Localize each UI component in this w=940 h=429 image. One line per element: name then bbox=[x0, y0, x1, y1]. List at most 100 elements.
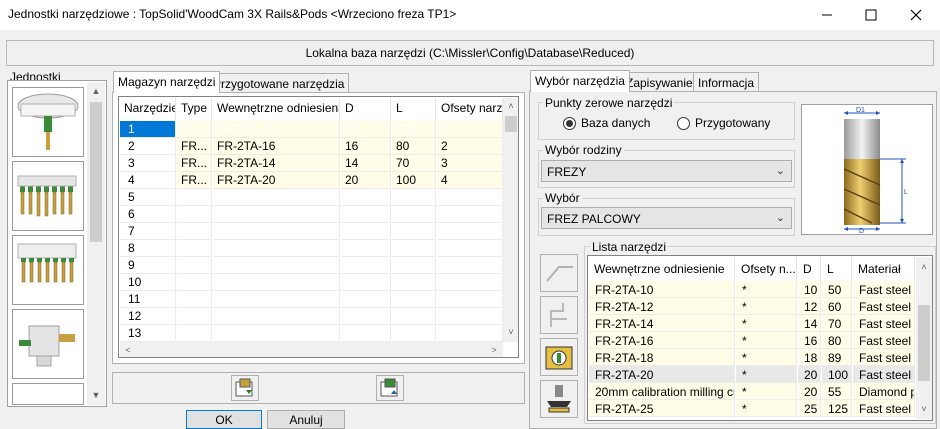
column-header[interactable]: Wewnętrzne odniesienie bbox=[213, 98, 340, 120]
column-header[interactable]: Ofsety narzę bbox=[437, 98, 503, 120]
table-cell: 3 bbox=[437, 155, 503, 172]
table-cell: 11 bbox=[120, 291, 176, 308]
scroll-right-arrow-icon[interactable]: > bbox=[486, 342, 502, 357]
unit-thumbnail-more[interactable] bbox=[12, 383, 84, 405]
table-row[interactable]: 9 bbox=[120, 257, 503, 274]
table-cell: 70 bbox=[392, 155, 436, 172]
table-row[interactable]: 1 FR... FR-2TA-20 20 100 1 bbox=[120, 121, 503, 138]
column-header[interactable]: Narzędzie bbox=[120, 98, 176, 120]
scroll-up-arrow-icon[interactable]: ˄ bbox=[916, 259, 932, 275]
table-cell: 100 bbox=[392, 121, 436, 138]
column-header[interactable]: L bbox=[392, 98, 436, 120]
table-row[interactable]: 13 bbox=[120, 325, 503, 342]
table-row[interactable]: 8 bbox=[120, 240, 503, 257]
minimize-button[interactable] bbox=[804, 0, 850, 30]
list-item[interactable]: 20mm calibration milling cutter*2055Diam… bbox=[589, 383, 915, 400]
table-row[interactable]: 3 FR... FR-2TA-14 14 70 3 bbox=[120, 155, 503, 172]
radio-prepared[interactable]: Przygotowany bbox=[677, 116, 770, 130]
drill-row-icon bbox=[17, 175, 77, 217]
table-cell: 10 bbox=[120, 274, 176, 291]
grid-horizontal-scrollbar[interactable]: < > bbox=[120, 342, 503, 357]
line-tool-button[interactable] bbox=[540, 254, 578, 292]
unit-thumbnail-drill-block[interactable] bbox=[12, 235, 84, 305]
list-cell: 20 bbox=[798, 366, 821, 383]
table-row[interactable]: 2 FR... FR-2TA-16 16 80 2 bbox=[120, 138, 503, 155]
choice-dropdown[interactable]: FREZ PALCOWY ⌄ bbox=[541, 207, 792, 229]
list-item[interactable]: FR-2TA-20*20100Fast steel (H bbox=[589, 366, 915, 383]
maximize-button[interactable] bbox=[848, 0, 894, 30]
list-item[interactable]: FR-2TA-25*25125Fast steel (H bbox=[589, 400, 915, 417]
list-cell: FR-2TA-14 bbox=[589, 315, 735, 332]
column-header[interactable]: L bbox=[822, 257, 852, 281]
tool-list-grid[interactable]: Wewnętrzne odniesienie Ofsety n... D L M… bbox=[587, 255, 933, 421]
column-header[interactable]: D bbox=[798, 257, 821, 281]
tool-set-button[interactable] bbox=[540, 338, 578, 376]
scroll-thumb[interactable] bbox=[918, 305, 930, 381]
table-cell bbox=[437, 189, 503, 206]
list-item[interactable]: FR-2TA-18*1889Fast steel (H bbox=[589, 349, 915, 366]
list-cell: 50 bbox=[822, 281, 852, 298]
tab-saving[interactable]: Zapisywanie bbox=[621, 72, 698, 92]
tab-magazine[interactable]: Magazyn narzędzi bbox=[113, 71, 221, 93]
list-cell: 16 bbox=[798, 332, 821, 349]
table-cell: 1 bbox=[120, 121, 176, 138]
list-cell: * bbox=[736, 315, 797, 332]
grid-vertical-scrollbar[interactable]: ˄ ˅ bbox=[503, 98, 518, 342]
list-item[interactable]: FR-2TA-12*1260Fast steel (H bbox=[589, 298, 915, 315]
scroll-down-arrow-icon[interactable]: ˅ bbox=[503, 324, 518, 340]
magazine-grid[interactable]: Narzędzie Type Wewnętrzne odniesienie D … bbox=[118, 96, 519, 358]
tab-tool-selection[interactable]: Wybór narzędzia bbox=[530, 70, 630, 92]
scroll-up-arrow-icon[interactable]: ˄ bbox=[503, 98, 518, 114]
table-cell bbox=[177, 308, 212, 325]
list-cell: * bbox=[736, 281, 797, 298]
table-cell bbox=[341, 325, 391, 342]
d-label: D bbox=[859, 228, 864, 234]
units-panel: ▲ ▼ bbox=[7, 80, 107, 407]
export-tool-button[interactable] bbox=[231, 375, 259, 401]
unit-thumbnail-spindle[interactable] bbox=[12, 87, 84, 157]
ok-button[interactable]: OK bbox=[186, 410, 262, 429]
tab-information[interactable]: Informacja bbox=[693, 72, 760, 92]
table-cell bbox=[437, 206, 503, 223]
column-header[interactable]: D bbox=[341, 98, 391, 120]
tab-label: Magazyn narzędzi bbox=[118, 75, 216, 89]
table-row[interactable]: 11 bbox=[120, 291, 503, 308]
table-row[interactable]: 12 bbox=[120, 308, 503, 325]
table-row[interactable]: 10 bbox=[120, 274, 503, 291]
units-scrollbar[interactable]: ▲ ▼ bbox=[87, 82, 105, 405]
tool-list-scrollbar[interactable]: ˄ ˅ bbox=[916, 257, 932, 419]
unit-thumbnail-saw-unit[interactable] bbox=[12, 309, 84, 379]
import-tool-button[interactable] bbox=[376, 375, 404, 401]
table-row[interactable]: 5 bbox=[120, 189, 503, 206]
column-header[interactable]: Ofsety n... bbox=[736, 257, 797, 281]
column-header[interactable]: Type bbox=[177, 98, 212, 120]
table-row[interactable]: 4 FR... FR-2TA-20 20 100 4 bbox=[120, 172, 503, 189]
tab-prepared-tools[interactable]: Przygotowane narzędzia bbox=[208, 73, 350, 93]
unit-thumbnail-drill-row[interactable] bbox=[12, 161, 84, 231]
table-cell: 8 bbox=[120, 240, 176, 257]
scroll-down-arrow-icon[interactable]: ▼ bbox=[88, 387, 104, 403]
scroll-left-arrow-icon[interactable]: < bbox=[120, 342, 136, 357]
scroll-thumb[interactable] bbox=[90, 102, 102, 242]
list-item[interactable]: FR-2TA-16*1680Fast steel (H bbox=[589, 332, 915, 349]
list-item[interactable]: FR-2TA-10*1050Fast steel (H bbox=[589, 281, 915, 298]
table-row[interactable]: 6 bbox=[120, 206, 503, 223]
profile-tool-button[interactable] bbox=[540, 296, 578, 334]
table-cell bbox=[437, 257, 503, 274]
cancel-button[interactable]: Anuluj bbox=[267, 410, 345, 429]
radio-database[interactable]: Baza danych bbox=[563, 116, 650, 130]
scroll-thumb[interactable] bbox=[505, 116, 517, 132]
close-button[interactable] bbox=[893, 0, 939, 30]
family-dropdown[interactable]: FREZY ⌄ bbox=[541, 160, 792, 182]
list-cell: 18 bbox=[798, 349, 821, 366]
list-item[interactable]: FR-2TA-14*1470Fast steel (H bbox=[589, 315, 915, 332]
table-row[interactable]: 7 bbox=[120, 223, 503, 240]
table-cell bbox=[437, 325, 503, 342]
tool-holder-button[interactable] bbox=[540, 380, 578, 418]
scroll-up-arrow-icon[interactable]: ▲ bbox=[88, 83, 104, 99]
column-header[interactable]: Wewnętrzne odniesienie bbox=[589, 257, 735, 281]
scroll-down-arrow-icon[interactable]: ˅ bbox=[916, 401, 932, 417]
table-cell bbox=[213, 206, 340, 223]
table-cell bbox=[213, 189, 340, 206]
column-header[interactable]: Materiał bbox=[853, 257, 915, 281]
